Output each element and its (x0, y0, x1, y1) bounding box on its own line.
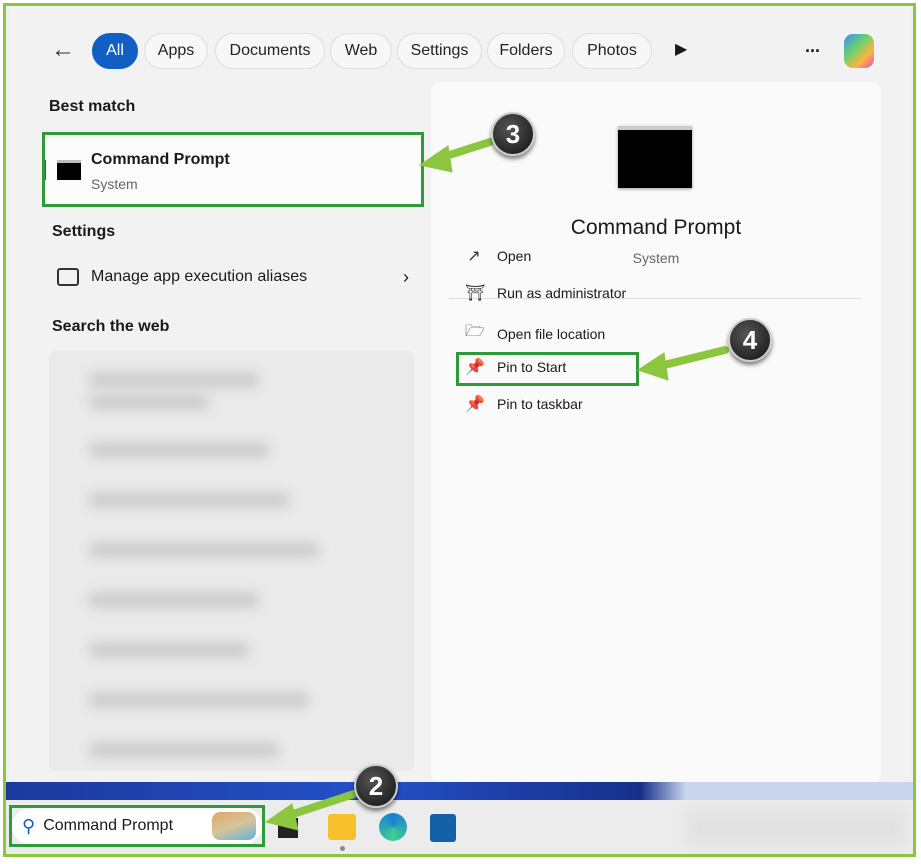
callout-badge-2: 2 (354, 764, 398, 808)
callout-badge-4: 4 (728, 318, 772, 362)
arrow-2 (290, 792, 360, 815)
callout-badge-3: 3 (491, 112, 535, 156)
callout-arrows (0, 0, 921, 864)
arrow-4 (660, 350, 725, 366)
